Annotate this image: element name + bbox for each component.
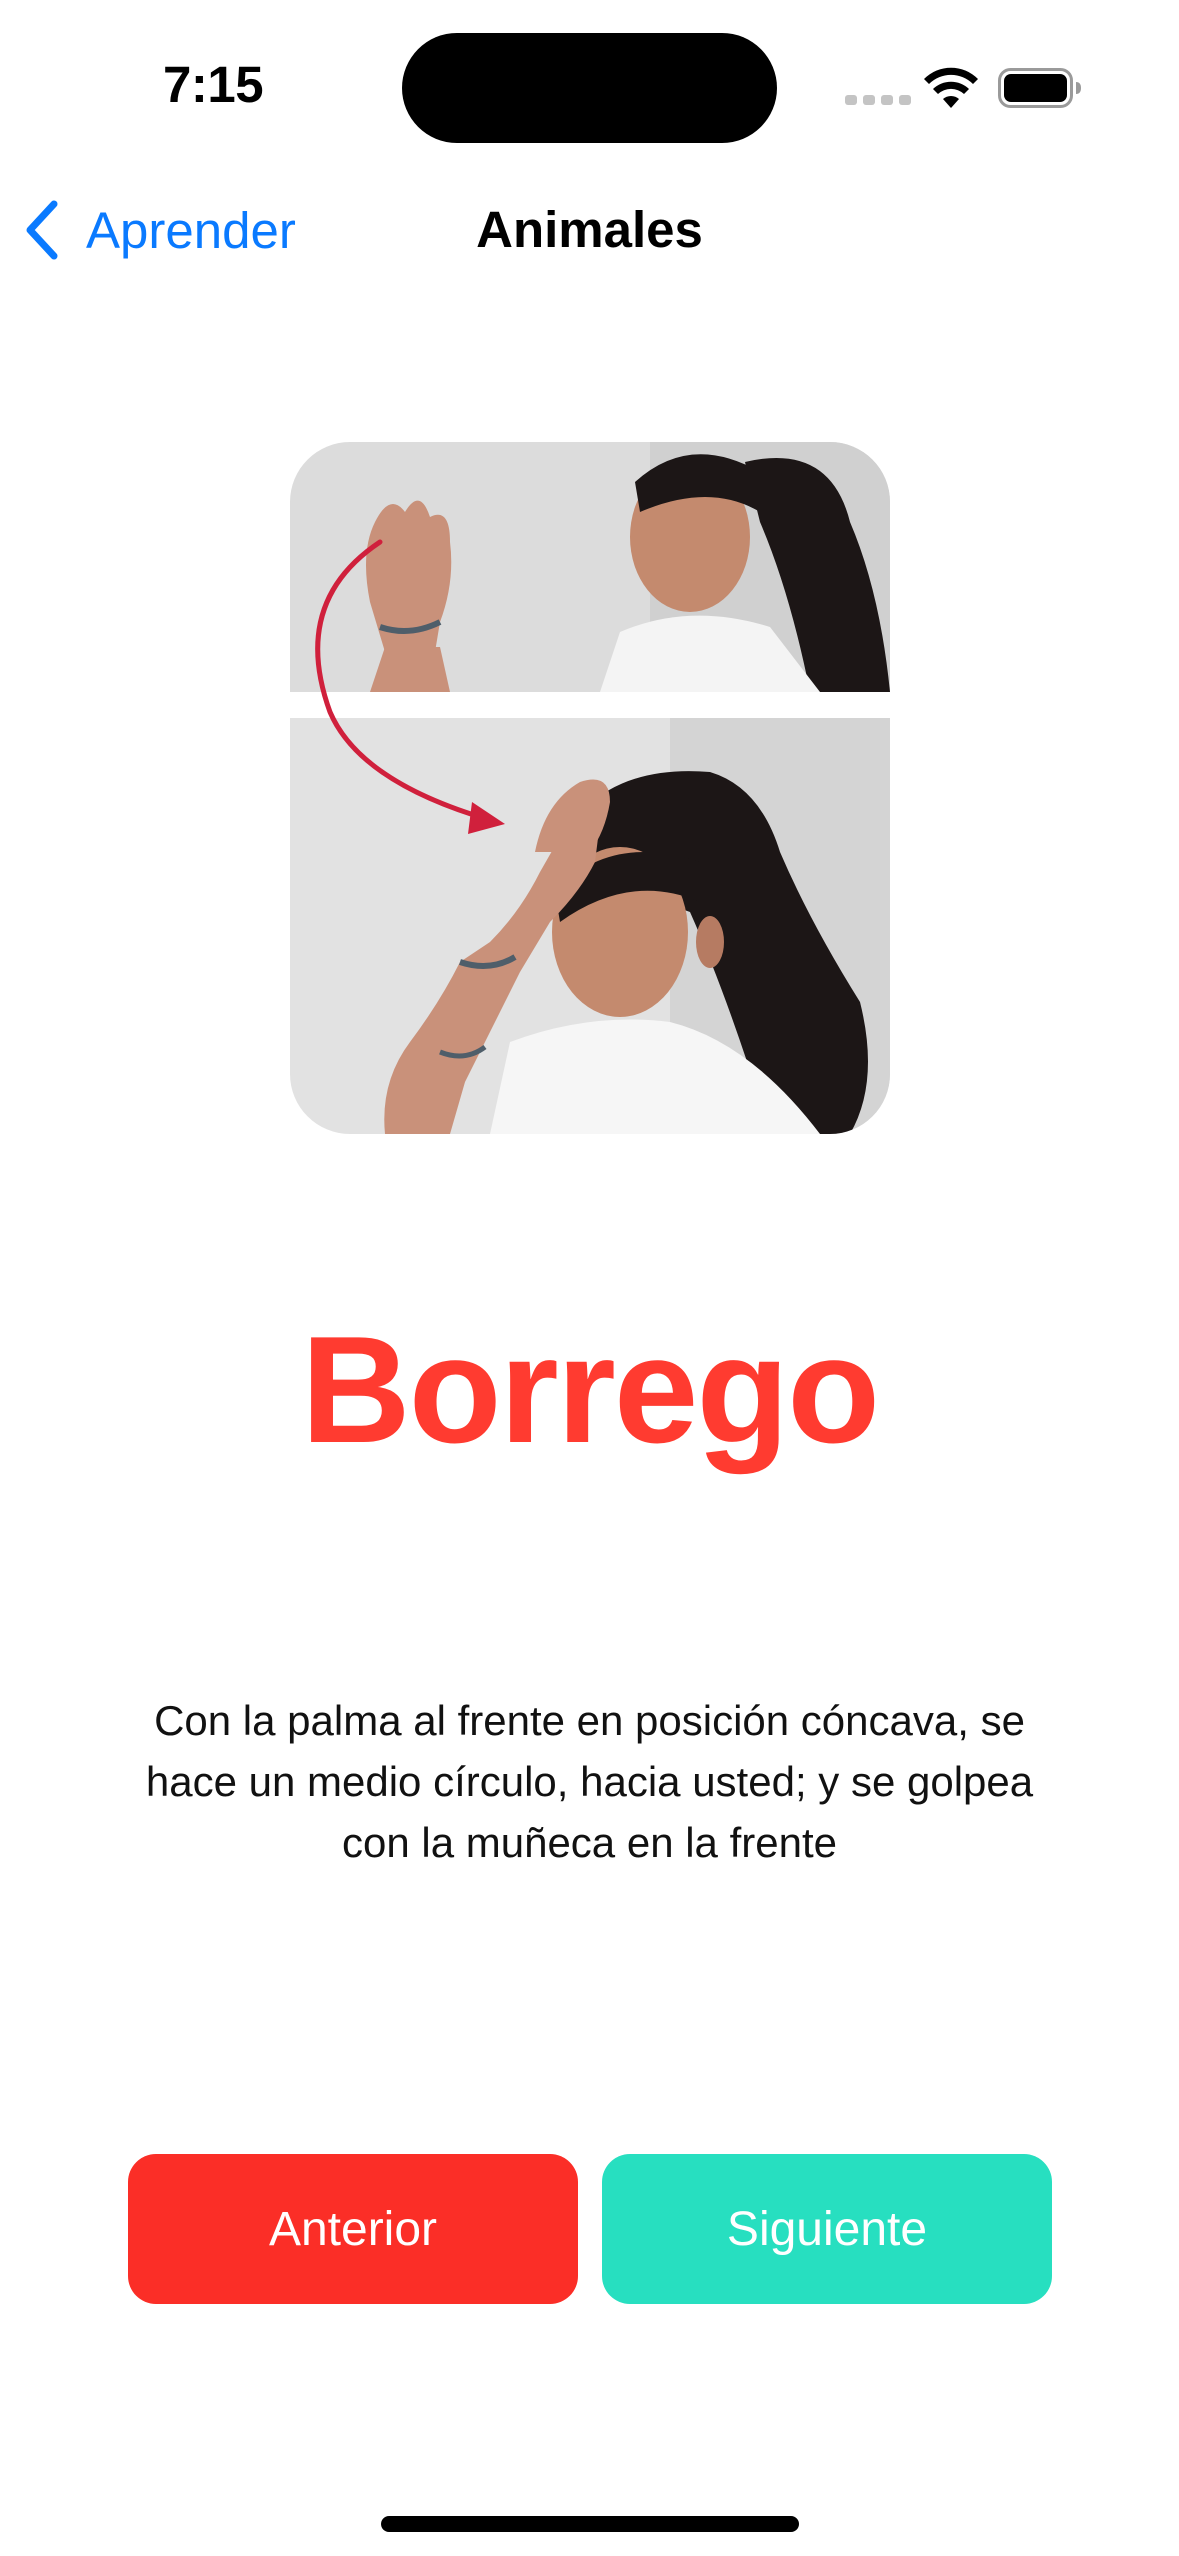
status-time: 7:15 bbox=[163, 56, 264, 113]
cellular-signal-icon bbox=[845, 95, 911, 105]
sign-image bbox=[290, 442, 890, 1134]
sign-word: Borrego bbox=[300, 1305, 880, 1475]
back-button-label: Aprender bbox=[86, 201, 296, 259]
wifi-icon bbox=[924, 67, 978, 108]
previous-button[interactable]: Anterior bbox=[128, 2154, 578, 2304]
battery-full-icon bbox=[998, 68, 1081, 108]
next-button[interactable]: Siguiente bbox=[602, 2154, 1052, 2304]
sign-description: Con la palma al frente en posición cónca… bbox=[145, 1697, 1034, 1866]
screen: 7:15 Aprender Animales Borrego Con la pa… bbox=[0, 0, 1179, 2556]
chevron-left-icon bbox=[26, 200, 58, 260]
home-indicator[interactable] bbox=[381, 2516, 799, 2532]
dynamic-island bbox=[402, 33, 777, 143]
back-button[interactable]: Aprender bbox=[22, 195, 296, 265]
